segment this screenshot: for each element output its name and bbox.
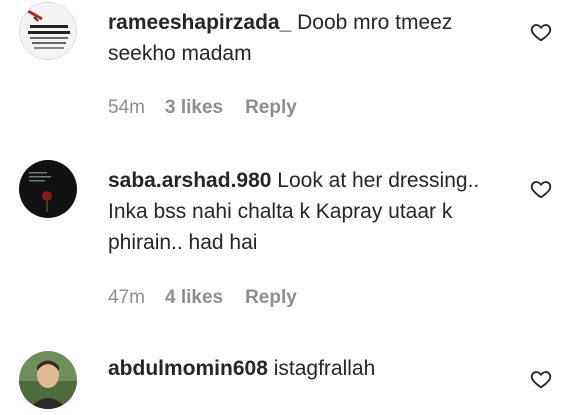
comment-username[interactable]: rameeshapirzada_ [108, 11, 291, 34]
dark-rose-avatar-icon[interactable] [19, 160, 77, 218]
text-quote-avatar-icon[interactable] [19, 2, 77, 60]
like-heart-icon[interactable] [530, 178, 552, 200]
man-portrait-avatar-icon[interactable] [19, 351, 77, 409]
comment-text: istagfrallah [273, 357, 376, 380]
comment-time[interactable]: 47m [108, 287, 145, 309]
comment-likes[interactable]: 3 likes [165, 97, 223, 119]
comment-username[interactable]: abdulmomin608 [108, 357, 268, 380]
reply-button[interactable]: Reply [245, 97, 297, 119]
comment-body: abdulmomin608 istagfrallah [108, 353, 513, 384]
comment-meta: 54m 3 likes Reply [108, 97, 297, 119]
like-heart-icon[interactable] [530, 368, 552, 390]
comment-username[interactable]: saba.arshad.980 [108, 169, 271, 192]
comment-likes[interactable]: 4 likes [165, 287, 223, 309]
comment-body: saba.arshad.980 Look at her dressing.. I… [108, 165, 513, 258]
reply-button[interactable]: Reply [245, 287, 297, 309]
comment-meta: 47m 4 likes Reply [108, 287, 297, 309]
like-heart-icon[interactable] [530, 21, 552, 43]
comment-time[interactable]: 54m [108, 97, 145, 119]
comment-body: rameeshapirzada_ Doob mro tmeez seekho m… [108, 7, 513, 69]
